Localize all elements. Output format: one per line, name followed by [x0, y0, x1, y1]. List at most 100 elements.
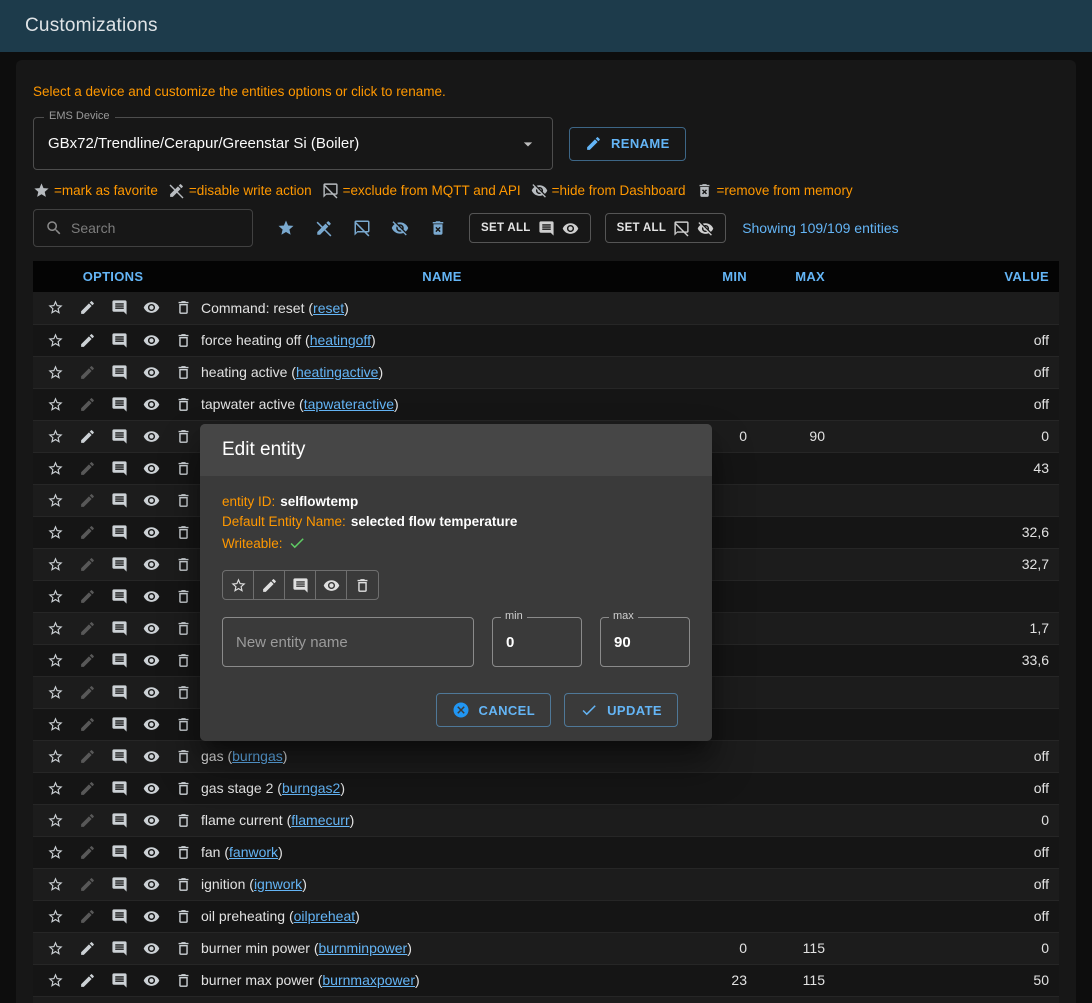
edit-icon[interactable] [79, 460, 96, 477]
edit-icon[interactable] [79, 364, 96, 381]
min-input[interactable] [506, 634, 568, 651]
visibility-toggle[interactable] [316, 571, 347, 599]
search-field[interactable] [33, 209, 253, 247]
delete-icon[interactable] [175, 588, 192, 605]
delete-icon[interactable] [175, 460, 192, 477]
visibility-icon[interactable] [143, 908, 160, 925]
mqtt-exclude-icon[interactable] [111, 652, 128, 669]
visibility-icon[interactable] [143, 780, 160, 797]
write-off-filter-button[interactable] [307, 211, 341, 245]
delete-icon[interactable] [175, 940, 192, 957]
mqtt-exclude-icon[interactable] [111, 684, 128, 701]
edit-icon[interactable] [79, 940, 96, 957]
cancel-button[interactable]: CANCEL [436, 693, 552, 727]
visibility-icon[interactable] [143, 396, 160, 413]
edit-icon[interactable] [79, 428, 96, 445]
favorite-icon[interactable] [47, 332, 64, 349]
mqtt-exclude-icon[interactable] [111, 748, 128, 765]
entity-shortname-link[interactable]: burnmaxpower [322, 972, 415, 988]
mqtt-exclude-icon[interactable] [111, 460, 128, 477]
entity-shortname-link[interactable]: heatingactive [296, 364, 379, 380]
delete-icon[interactable] [175, 332, 192, 349]
favorite-icon[interactable] [47, 588, 64, 605]
visibility-icon[interactable] [143, 588, 160, 605]
visibility-icon[interactable] [143, 940, 160, 957]
entity-shortname-link[interactable]: oilpreheat [294, 908, 356, 924]
delete-icon[interactable] [175, 844, 192, 861]
favorite-toggle[interactable] [223, 571, 254, 599]
entity-shortname-link[interactable]: heatingoff [310, 332, 371, 348]
favorite-icon[interactable] [47, 652, 64, 669]
mqtt-exclude-icon[interactable] [111, 588, 128, 605]
favorite-icon[interactable] [47, 812, 64, 829]
visibility-icon[interactable] [143, 844, 160, 861]
max-input[interactable] [614, 634, 676, 651]
favorite-filter-button[interactable] [269, 211, 303, 245]
favorite-icon[interactable] [47, 299, 64, 316]
entity-shortname-link[interactable]: flamecurr [291, 812, 349, 828]
delete-icon[interactable] [175, 428, 192, 445]
remove-filter-button[interactable] [421, 211, 455, 245]
edit-icon[interactable] [79, 652, 96, 669]
entity-shortname-link[interactable]: fanwork [229, 844, 278, 860]
edit-icon[interactable] [79, 556, 96, 573]
favorite-icon[interactable] [47, 940, 64, 957]
mqtt-exclude-icon[interactable] [111, 299, 128, 316]
update-button[interactable]: UPDATE [564, 693, 678, 727]
mqtt-exclude-icon[interactable] [111, 716, 128, 733]
favorite-icon[interactable] [47, 908, 64, 925]
mqtt-exclude-icon[interactable] [111, 812, 128, 829]
visibility-icon[interactable] [143, 492, 160, 509]
mqtt-exclude-icon[interactable] [111, 332, 128, 349]
edit-icon[interactable] [79, 844, 96, 861]
mqtt-exclude-icon[interactable] [111, 556, 128, 573]
visibility-icon[interactable] [143, 460, 160, 477]
min-field[interactable]: min [492, 617, 582, 667]
favorite-icon[interactable] [47, 876, 64, 893]
entity-shortname-link[interactable]: reset [313, 300, 344, 316]
edit-icon[interactable] [79, 588, 96, 605]
mqtt-exclude-icon[interactable] [111, 780, 128, 797]
delete-icon[interactable] [175, 364, 192, 381]
max-field[interactable]: max [600, 617, 690, 667]
mqtt-exclude-icon[interactable] [111, 620, 128, 637]
delete-icon[interactable] [175, 524, 192, 541]
edit-icon[interactable] [79, 620, 96, 637]
mqtt-exclude-icon[interactable] [111, 524, 128, 541]
favorite-icon[interactable] [47, 524, 64, 541]
edit-icon[interactable] [79, 748, 96, 765]
mqtt-exclude-icon[interactable] [111, 364, 128, 381]
entity-shortname-link[interactable]: burngas2 [282, 780, 340, 796]
delete-icon[interactable] [175, 492, 192, 509]
favorite-icon[interactable] [47, 620, 64, 637]
delete-icon[interactable] [175, 396, 192, 413]
mqtt-exclude-icon[interactable] [111, 844, 128, 861]
favorite-icon[interactable] [47, 844, 64, 861]
visibility-icon[interactable] [143, 748, 160, 765]
mqtt-exclude-icon[interactable] [111, 876, 128, 893]
visibility-icon[interactable] [143, 364, 160, 381]
search-input[interactable] [71, 220, 241, 236]
visibility-icon[interactable] [143, 812, 160, 829]
edit-icon[interactable] [79, 780, 96, 797]
delete-icon[interactable] [175, 299, 192, 316]
entity-shortname-link[interactable]: burngas [232, 748, 283, 764]
favorite-icon[interactable] [47, 460, 64, 477]
delete-icon[interactable] [175, 684, 192, 701]
favorite-icon[interactable] [47, 748, 64, 765]
set-all-hide-button[interactable]: SET ALL [605, 213, 727, 243]
visibility-icon[interactable] [143, 556, 160, 573]
edit-icon[interactable] [79, 972, 96, 989]
favorite-icon[interactable] [47, 492, 64, 509]
ems-device-select[interactable]: EMS Device GBx72/Trendline/Cerapur/Green… [33, 117, 553, 170]
favorite-icon[interactable] [47, 428, 64, 445]
favorite-icon[interactable] [47, 780, 64, 797]
entity-shortname-link[interactable]: ignwork [254, 876, 302, 892]
visibility-icon[interactable] [143, 652, 160, 669]
entity-shortname-link[interactable]: tapwateractive [304, 396, 394, 412]
entity-shortname-link[interactable]: burnminpower [319, 940, 408, 956]
edit-icon[interactable] [79, 492, 96, 509]
mqtt-exclude-icon[interactable] [111, 908, 128, 925]
visibility-icon[interactable] [143, 620, 160, 637]
edit-icon[interactable] [79, 299, 96, 316]
